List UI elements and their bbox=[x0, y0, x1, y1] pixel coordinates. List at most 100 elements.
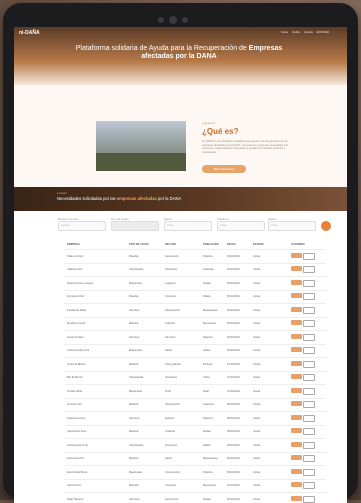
view-button[interactable] bbox=[291, 347, 302, 353]
view-button[interactable] bbox=[291, 279, 302, 285]
table-cell: Activa bbox=[253, 497, 261, 501]
table-cell: Hostelería bbox=[165, 268, 177, 272]
view-button[interactable] bbox=[291, 374, 302, 380]
help-button[interactable] bbox=[303, 293, 315, 301]
view-button[interactable] bbox=[291, 306, 302, 312]
table-cell: 08/11/2024 bbox=[227, 403, 240, 407]
table-cell: Paiporta bbox=[203, 416, 213, 420]
help-button[interactable] bbox=[303, 320, 315, 328]
help-button[interactable] bbox=[303, 252, 315, 260]
help-type-select[interactable] bbox=[111, 221, 159, 231]
table-cell: 07/11/2024 bbox=[227, 376, 240, 380]
table-cell: Activa bbox=[253, 443, 261, 447]
hero-title: Plataforma solidaria de Ayuda para la Re… bbox=[75, 45, 283, 60]
filter-status: Estado Todos bbox=[268, 217, 316, 231]
help-button[interactable] bbox=[303, 360, 315, 368]
view-button[interactable] bbox=[291, 455, 302, 461]
status-select[interactable]: Todos bbox=[268, 221, 316, 231]
help-button[interactable] bbox=[303, 441, 315, 449]
view-button[interactable] bbox=[291, 468, 302, 474]
view-button[interactable] bbox=[291, 320, 302, 326]
nav-login[interactable]: ENTRAR bbox=[317, 30, 329, 34]
table-cell: Ferretería Ruiz bbox=[67, 295, 85, 299]
table-cell: Sedaví bbox=[203, 430, 212, 434]
company-input[interactable]: Nombre bbox=[58, 221, 106, 231]
table-row: Muebles García Material Industria Benetússe… bbox=[64, 318, 326, 331]
more-info-button[interactable]: Más información bbox=[202, 165, 246, 173]
view-button[interactable] bbox=[291, 428, 302, 434]
search-button[interactable] bbox=[321, 221, 331, 231]
view-button[interactable] bbox=[291, 482, 302, 488]
help-button[interactable] bbox=[303, 374, 315, 382]
table-row: Peluquería Ana Servicios Estética Paiporta 0… bbox=[64, 412, 326, 426]
table-cell: Hostelería bbox=[165, 376, 177, 380]
site-logo[interactable]: ni-DAÑA bbox=[19, 30, 40, 36]
row-actions bbox=[291, 360, 321, 368]
table-cell: Activa bbox=[253, 389, 261, 393]
nav-item[interactable]: Inicio bbox=[281, 30, 288, 34]
view-button[interactable] bbox=[291, 360, 302, 366]
table-cell: Paiporta bbox=[203, 335, 213, 339]
view-button[interactable] bbox=[291, 293, 302, 299]
help-button[interactable] bbox=[303, 455, 315, 463]
help-button[interactable] bbox=[303, 306, 315, 314]
help-button[interactable] bbox=[303, 428, 315, 436]
table-row: Ferretería Ruiz Material Comercio Alfafar 05… bbox=[64, 291, 326, 304]
help-button[interactable] bbox=[303, 347, 315, 355]
table-cell: Material bbox=[129, 254, 139, 258]
table-cell: 09/11/2024 bbox=[227, 457, 240, 461]
table-cell: 04/11/2024 bbox=[227, 268, 240, 272]
table-cell: 06/11/2024 bbox=[227, 349, 240, 353]
table-cell: Salud bbox=[165, 457, 172, 461]
table-cell: Frutería Lola bbox=[67, 403, 82, 407]
view-button[interactable] bbox=[291, 252, 302, 258]
row-actions bbox=[291, 279, 321, 287]
table-cell: Servicios bbox=[129, 335, 140, 339]
view-button[interactable] bbox=[291, 401, 302, 407]
table-cell: Muebles García bbox=[67, 322, 86, 326]
sensor-dot bbox=[182, 17, 188, 23]
table-cell: 10/11/2024 bbox=[227, 484, 240, 488]
table-cell: Servicios bbox=[165, 335, 176, 339]
table-cell: Bar El Rincón bbox=[67, 376, 83, 380]
table-row: Bar El Rincón Voluntariado Hostelería Chiva… bbox=[64, 372, 326, 385]
help-button[interactable] bbox=[303, 279, 315, 287]
view-button[interactable] bbox=[291, 414, 302, 420]
table-cell: Material bbox=[129, 484, 139, 488]
table-header: EMPRESA TIPO DE AYUDA SECTOR POBLACIÓN F… bbox=[64, 239, 326, 250]
camera-dot bbox=[158, 17, 164, 23]
table-cell: Sedaví bbox=[203, 497, 212, 501]
help-button[interactable] bbox=[303, 468, 315, 476]
town-select[interactable]: Todas bbox=[217, 221, 265, 231]
view-button[interactable] bbox=[291, 266, 302, 272]
help-button[interactable] bbox=[303, 401, 315, 409]
view-button[interactable] bbox=[291, 495, 302, 501]
view-button[interactable] bbox=[291, 333, 302, 339]
help-button[interactable] bbox=[303, 414, 315, 422]
table-cell: Catarroja bbox=[203, 403, 214, 407]
table-row: Panadería Maite Servicios Alimentación Mass… bbox=[64, 304, 326, 318]
table-cell: Maquinaria bbox=[129, 281, 142, 285]
table-cell: Activa bbox=[253, 484, 261, 488]
nav-item[interactable]: Sobre bbox=[292, 30, 300, 34]
row-actions bbox=[291, 455, 321, 463]
view-button[interactable] bbox=[291, 387, 302, 393]
help-button[interactable] bbox=[303, 495, 315, 503]
help-button[interactable] bbox=[303, 266, 315, 274]
table-cell: Taller Navarro bbox=[67, 497, 84, 501]
nav-item[interactable]: Ayuda bbox=[304, 30, 312, 34]
sector-select[interactable]: Todos bbox=[164, 221, 212, 231]
table-cell: Material bbox=[129, 430, 139, 434]
table-row: Gestoría Martí Servicios Servicios Paiporta… bbox=[64, 331, 326, 345]
table-row: Textiles Albal Maquinaria Textil Albal 07/11… bbox=[64, 385, 326, 399]
help-button[interactable] bbox=[303, 333, 315, 341]
banner-title: Necesidades solicitadas por las empresas… bbox=[57, 196, 182, 201]
tablet-frame: ni-DAÑA Inicio Sobre Ayuda ENTRAR Plataf… bbox=[3, 3, 358, 503]
help-button[interactable] bbox=[303, 387, 315, 395]
table-cell: Formación bbox=[165, 443, 178, 447]
table-cell: 08/11/2024 bbox=[227, 430, 240, 434]
table-cell: Material bbox=[129, 295, 139, 299]
help-button[interactable] bbox=[303, 482, 315, 490]
view-button[interactable] bbox=[291, 441, 302, 447]
table-cell: Activa bbox=[253, 322, 261, 326]
